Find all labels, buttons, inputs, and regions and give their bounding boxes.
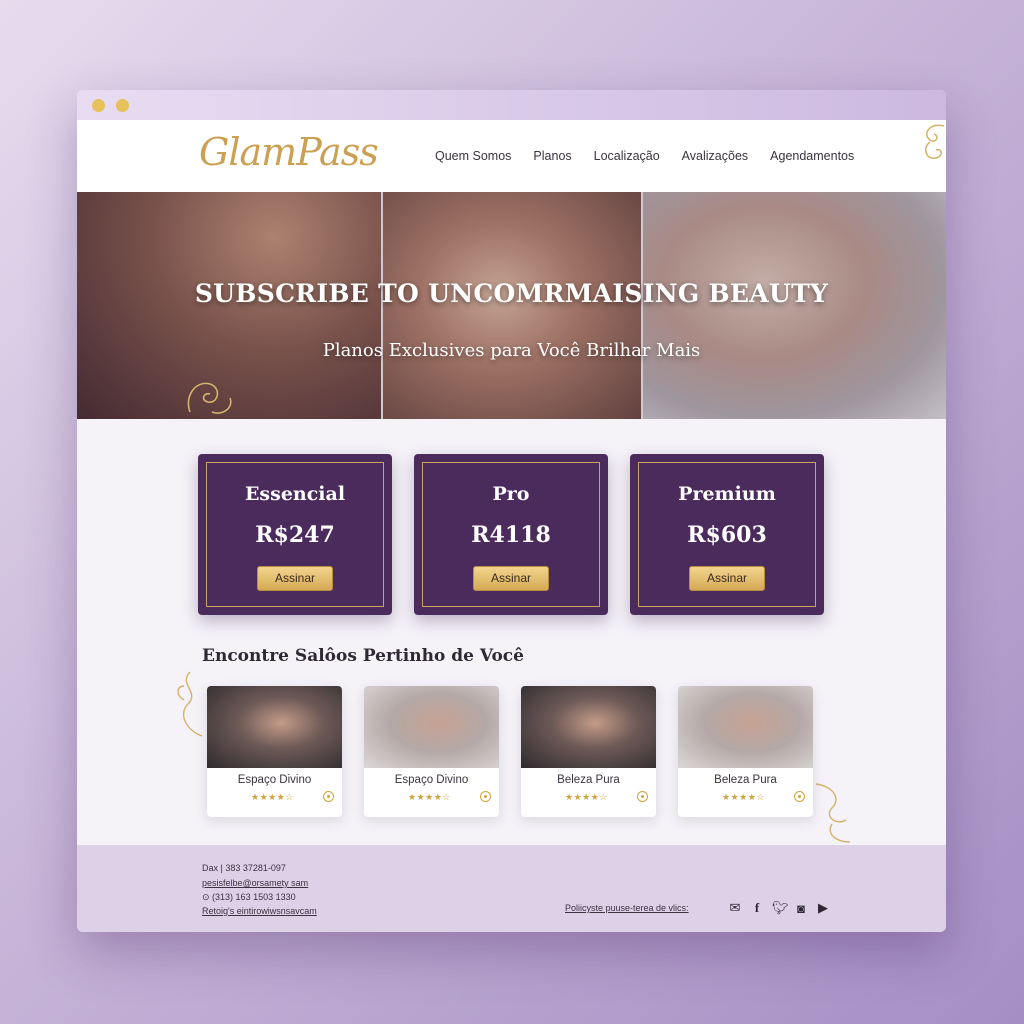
- hero-subtitle: Planos Exclusives para Você Brilhar Mais: [322, 340, 701, 361]
- rating-stars: ★★★★☆: [565, 792, 608, 802]
- location-pin-icon[interactable]: [480, 791, 491, 802]
- salon-photo: [207, 686, 342, 768]
- location-pin-icon[interactable]: [323, 791, 334, 802]
- location-pin-icon[interactable]: [794, 791, 805, 802]
- salon-card[interactable]: Beleza Pura ★★★★☆: [521, 686, 656, 817]
- footer-contact-link[interactable]: Retoig's eintirowiwsnsavcam: [202, 906, 317, 916]
- salon-photo: [364, 686, 499, 768]
- footer-contact-phone: Dax | 383 37281-097: [202, 863, 286, 873]
- plan-price: R$247: [255, 522, 335, 548]
- site-header: GlamPass Quem Somos Planos Localização A…: [77, 120, 946, 192]
- salon-name: Espaço Divino: [237, 774, 312, 786]
- nav-agendamentos[interactable]: Agendamentos: [770, 149, 854, 163]
- mail-icon[interactable]: ✉: [728, 900, 742, 916]
- plan-card-premium: Premium R$603 Assinar: [630, 454, 824, 615]
- nav-avaliacoes[interactable]: Avalizações: [682, 149, 748, 163]
- logo[interactable]: GlamPass: [199, 130, 379, 174]
- instagram-icon[interactable]: ◙: [794, 901, 808, 916]
- subscribe-button-pro[interactable]: Assinar: [473, 566, 549, 591]
- nav-quem-somos[interactable]: Quem Somos: [435, 149, 511, 163]
- rating-stars: ★★★★☆: [722, 792, 765, 802]
- window-minimize-dot[interactable]: [116, 99, 129, 112]
- swirl-ornament-icon: [925, 124, 945, 159]
- nav-localizacao[interactable]: Localização: [594, 149, 660, 163]
- plan-name: Essencial: [244, 483, 346, 505]
- rating-stars: ★★★★☆: [408, 792, 451, 802]
- plan-price: R4118: [471, 522, 551, 548]
- nav-planos[interactable]: Planos: [533, 149, 571, 163]
- salon-card[interactable]: Espaço Divino ★★★★☆: [364, 686, 499, 817]
- swirl-ornament-icon: [815, 783, 851, 843]
- facebook-icon[interactable]: f: [750, 900, 764, 916]
- salon-card[interactable]: Espaço Divino ★★★★☆: [207, 686, 342, 817]
- plan-name: Pro: [492, 483, 530, 505]
- salons-section-title: Encontre Salôos Pertinho de Você: [202, 646, 524, 666]
- salon-card[interactable]: Beleza Pura ★★★★☆: [678, 686, 813, 817]
- privacy-policy-link[interactable]: Poliicyste puuse-terea de vlics:: [565, 903, 689, 913]
- main-nav: Quem Somos Planos Localização Avalizaçõe…: [435, 149, 876, 163]
- browser-window: GlamPass Quem Somos Planos Localização A…: [77, 90, 946, 932]
- footer-contact-alt-phone: ⊙ (313) 163 1503 1330: [202, 892, 296, 902]
- site-footer: Dax | 383 37281-097 pesisfelbe@orsamety …: [77, 845, 946, 932]
- salon-photo: [678, 686, 813, 768]
- plan-name: Premium: [678, 483, 776, 505]
- swirl-ornament-icon: [177, 671, 203, 737]
- youtube-icon[interactable]: ▶: [816, 900, 830, 916]
- salon-name: Espaço Divino: [394, 774, 469, 786]
- subscribe-button-premium[interactable]: Assinar: [689, 566, 765, 591]
- hero-banner: SUBSCRIBE TO UNCOMRMAISING BEAUTY Planos…: [77, 192, 946, 419]
- title-bar: [77, 90, 946, 120]
- hero-title: SUBSCRIBE TO UNCOMRMAISING BEAUTY: [194, 279, 829, 308]
- window-close-dot[interactable]: [92, 99, 105, 112]
- salons-list: Espaço Divino ★★★★☆ Espaço Divino ★★★★☆ …: [207, 686, 813, 817]
- salon-name: Beleza Pura: [557, 774, 620, 786]
- plan-card-pro: Pro R4118 Assinar: [414, 454, 608, 615]
- salon-photo: [521, 686, 656, 768]
- social-links: ✉ f 🐦︎ ◙ ▶: [728, 900, 830, 916]
- twitter-icon[interactable]: 🐦︎: [772, 900, 789, 916]
- rating-stars: ★★★★☆: [251, 792, 294, 802]
- plans-list: Essencial R$247 Assinar Pro R4118 Assina…: [198, 454, 824, 615]
- subscribe-button-essencial[interactable]: Assinar: [257, 566, 333, 591]
- footer-contact-email[interactable]: pesisfelbe@orsamety sam: [202, 878, 308, 888]
- plan-card-essencial: Essencial R$247 Assinar: [198, 454, 392, 615]
- location-pin-icon[interactable]: [637, 791, 648, 802]
- salon-name: Beleza Pura: [714, 774, 777, 786]
- plan-price: R$603: [687, 522, 767, 548]
- swirl-ornament-icon: [187, 382, 232, 414]
